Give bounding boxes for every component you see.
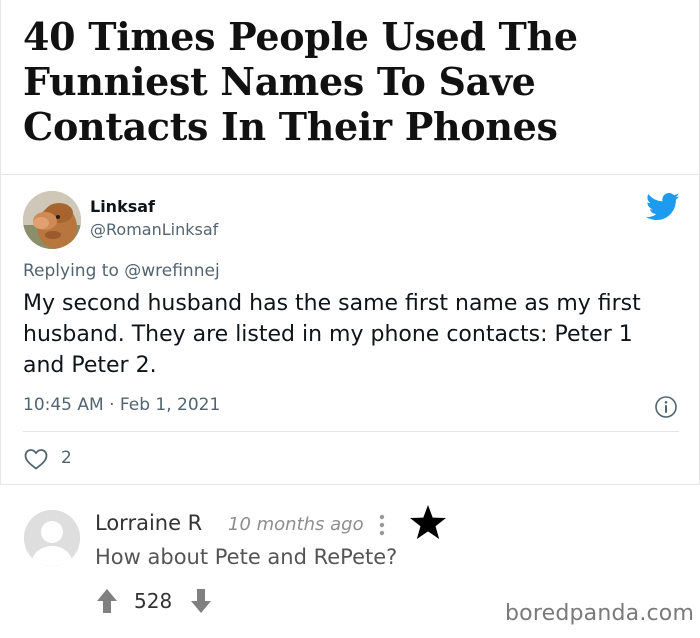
tweet-text: My second husband has the same first nam… (23, 291, 641, 378)
embedded-tweet: Linksaf @RomanLinksaf Replying to @wrefi… (0, 175, 700, 485)
heart-icon[interactable] (23, 447, 49, 471)
twitter-bird-icon[interactable] (646, 192, 680, 222)
article-header: 40 Times People Used The Funniest Names … (0, 0, 700, 175)
article-title: 40 Times People Used The Funniest Names … (23, 14, 578, 149)
comment-author[interactable]: Lorraine R (95, 511, 202, 535)
info-icon[interactable] (654, 395, 678, 419)
tweet-timestamp[interactable]: 10:45 AM · Feb 1, 2021 (23, 395, 220, 415)
comment-time: 10 months ago (228, 514, 364, 535)
site-watermark: boredpanda.com (505, 601, 695, 626)
star-icon[interactable] (408, 503, 448, 541)
replying-prefix: Replying to (23, 261, 119, 281)
tweet-handle[interactable]: @RomanLinksaf (90, 220, 218, 239)
tweet-avatar[interactable] (23, 191, 81, 249)
comment-avatar[interactable] (24, 510, 80, 566)
upvote-arrow-icon[interactable] (96, 588, 118, 614)
proboscis-monkey-avatar-image (23, 191, 81, 249)
more-options-icon[interactable] (375, 511, 389, 541)
tweet-divider (23, 431, 679, 432)
vote-count: 528 (134, 589, 173, 613)
tweet-display-name[interactable]: Linksaf (90, 197, 155, 216)
comment-text: How about Pete and RePete? (95, 545, 398, 569)
downvote-arrow-icon[interactable] (190, 588, 212, 614)
like-count: 2 (61, 448, 72, 468)
default-user-icon (24, 510, 80, 566)
replying-to: Replying to @wrefinnej (23, 261, 220, 281)
reply-mention-link[interactable]: @wrefinnej (124, 261, 219, 281)
